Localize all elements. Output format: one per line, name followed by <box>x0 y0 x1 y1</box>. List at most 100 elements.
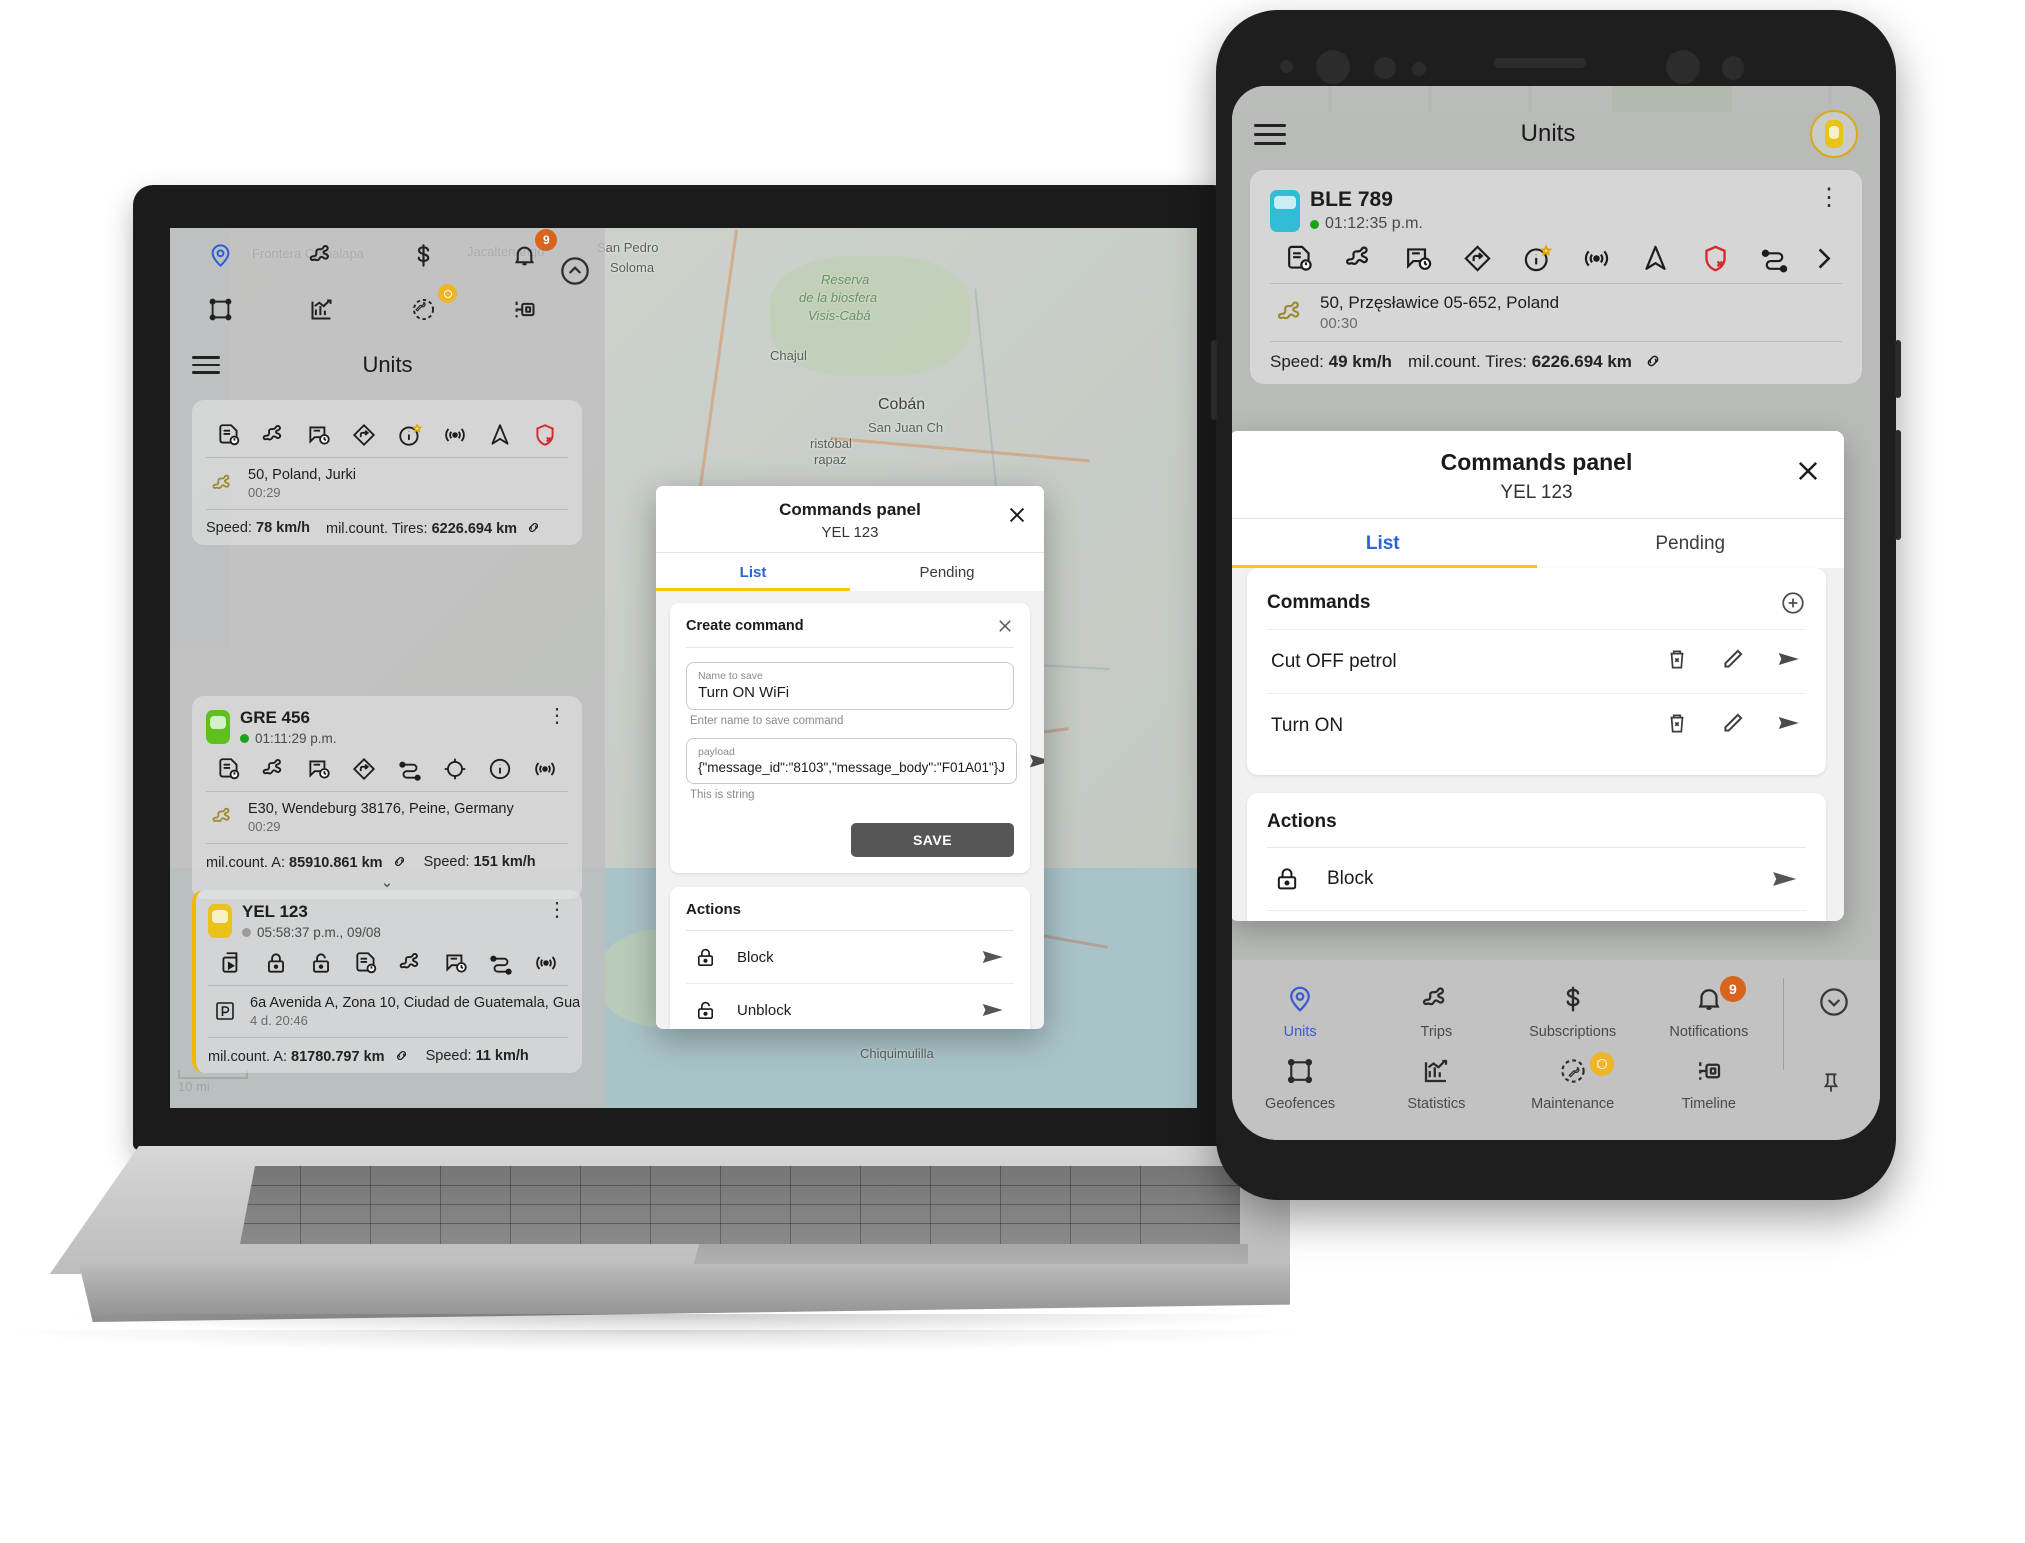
nav-item-notifications[interactable]: 9 Notifications <box>1641 976 1777 1048</box>
nav-item-trips[interactable]: Trips <box>1368 976 1504 1048</box>
directions-icon[interactable] <box>1448 243 1507 274</box>
unit-menu-button[interactable]: ⋮ <box>547 706 568 726</box>
tab-pending[interactable]: Pending <box>1537 519 1845 568</box>
send-action-button[interactable] <box>980 997 1006 1023</box>
toolbar-item-units[interactable] <box>204 238 238 272</box>
save-button[interactable]: SAVE <box>851 823 1014 857</box>
tab-list[interactable]: List <box>656 553 850 591</box>
action-row-block[interactable]: Block <box>686 931 1014 983</box>
route-icon[interactable] <box>388 950 433 976</box>
close-dialog-button[interactable] <box>1794 457 1822 485</box>
send-command-button[interactable] <box>1027 747 1044 775</box>
toolbar-item-trips[interactable] <box>305 238 339 272</box>
laptop-unit-card-3[interactable]: YEL 123 05:58:37 p.m., 09/08 ⋮ 6a Avenid… <box>192 890 582 1073</box>
route-icon[interactable] <box>1329 243 1388 274</box>
delete-command-button[interactable] <box>1664 710 1690 741</box>
info-star-icon[interactable] <box>387 422 432 448</box>
laptop-unit-card-1[interactable]: 50, Poland, Jurki 00:29 Speed: 78 km/h m… <box>192 400 582 545</box>
unit-address-row: 6a Avenida A, Zona 10, Ciudad de Guatema… <box>208 986 580 1038</box>
menu-icon[interactable] <box>192 351 220 379</box>
nav-item-statistics[interactable]: Statistics <box>1368 1048 1504 1120</box>
tab-pending[interactable]: Pending <box>850 553 1044 591</box>
payload-input[interactable]: payload {"message_id":"8103","message_bo… <box>686 738 1018 784</box>
expand-unit-button[interactable]: ⌄ <box>206 873 568 891</box>
edit-command-button[interactable] <box>1720 710 1746 741</box>
link-icon[interactable] <box>1643 351 1663 371</box>
navigate-icon[interactable] <box>1626 243 1685 274</box>
toolbar-item-subscriptions[interactable] <box>406 238 440 272</box>
more-icons-chevron[interactable] <box>1804 243 1842 274</box>
delete-command-button[interactable] <box>1664 646 1690 677</box>
trip-history-icon[interactable] <box>433 950 478 976</box>
signal-icon[interactable] <box>1567 243 1626 274</box>
send-command-button[interactable] <box>1776 710 1802 741</box>
action-row-unblock[interactable]: Unblock <box>1267 910 1806 921</box>
phone-volume-button[interactable] <box>1895 430 1901 540</box>
menu-icon[interactable] <box>1254 118 1286 151</box>
link-icon[interactable] <box>391 853 408 870</box>
info-star-icon[interactable] <box>1508 243 1567 274</box>
trip-history-icon[interactable] <box>297 422 342 448</box>
stat1-value: 49 km/h <box>1328 351 1392 371</box>
lock-open-icon[interactable] <box>298 950 343 976</box>
lock-closed-icon[interactable] <box>253 950 298 976</box>
route-icon[interactable] <box>251 422 296 448</box>
action-row-unblock[interactable]: Unblock <box>686 983 1014 1029</box>
add-command-button[interactable] <box>1780 590 1806 616</box>
phone-unit-card[interactable]: BLE 789 01:12:35 p.m. ⋮ 50, Przęsławice … <box>1250 170 1862 385</box>
command-row-2[interactable]: Turn ON <box>1267 693 1806 757</box>
nav-item-geofences[interactable]: Geofences <box>1232 1048 1368 1120</box>
action-row-block[interactable]: Block <box>1267 848 1806 910</box>
report-icon[interactable] <box>343 950 388 976</box>
link-icon[interactable] <box>393 1047 410 1064</box>
report-icon[interactable] <box>206 756 251 782</box>
close-dialog-button[interactable] <box>1006 504 1028 526</box>
send-action-button[interactable] <box>980 944 1006 970</box>
sensors-icon[interactable] <box>1745 243 1804 274</box>
toolbar-item-geofences[interactable] <box>204 292 238 326</box>
signal-icon[interactable] <box>523 950 568 976</box>
collapse-panel-button[interactable] <box>559 255 591 287</box>
phone-power-button[interactable] <box>1895 340 1901 398</box>
no-shield-icon[interactable] <box>1686 243 1745 274</box>
nav-collapse-button[interactable] <box>1818 986 1850 1023</box>
link-icon[interactable] <box>525 519 542 536</box>
toolbar-item-statistics[interactable] <box>305 292 339 326</box>
directions-icon[interactable] <box>342 756 387 782</box>
send-command-button[interactable] <box>1776 646 1802 677</box>
command-row-1[interactable]: Cut OFF petrol <box>1267 629 1806 693</box>
nav-item-subscriptions[interactable]: Subscriptions <box>1505 976 1641 1048</box>
tab-list[interactable]: List <box>1232 519 1537 568</box>
sensors-icon[interactable] <box>387 756 432 782</box>
directions-icon[interactable] <box>342 422 387 448</box>
info-icon[interactable] <box>478 756 523 782</box>
edit-command-button[interactable] <box>1720 646 1746 677</box>
command-name-input[interactable]: Name to save Turn ON WiFi <box>686 662 1014 710</box>
nav-item-units[interactable]: Units <box>1232 976 1368 1048</box>
signal-icon[interactable] <box>432 422 477 448</box>
no-shield-icon[interactable] <box>523 422 568 448</box>
unit-menu-button[interactable]: ⋮ <box>547 900 568 920</box>
laptop-unit-card-2[interactable]: GRE 456 01:11:29 p.m. ⋮ E30, Wendeburg 3… <box>192 696 582 899</box>
nav-item-maintenance[interactable]: Maintenance <box>1505 1048 1641 1120</box>
trip-history-icon[interactable] <box>297 756 342 782</box>
toolbar-item-timeline[interactable] <box>507 292 541 326</box>
navigate-icon[interactable] <box>478 422 523 448</box>
nav-pin-button[interactable] <box>1818 1070 1844 1101</box>
nav-item-timeline[interactable]: Timeline <box>1641 1048 1777 1120</box>
route-icon[interactable] <box>251 756 296 782</box>
signal-icon[interactable] <box>523 756 568 782</box>
trip-history-icon[interactable] <box>1389 243 1448 274</box>
unit-menu-button[interactable]: ⋮ <box>1817 185 1842 209</box>
avatar[interactable] <box>1810 110 1858 158</box>
phone-side-button[interactable] <box>1211 340 1217 420</box>
copy-play-icon[interactable] <box>208 950 253 976</box>
toolbar-item-notifications[interactable]: 9 <box>507 229 558 272</box>
sensors-icon[interactable] <box>478 950 523 976</box>
target-icon[interactable] <box>432 756 477 782</box>
toolbar-item-maintenance[interactable] <box>406 284 458 326</box>
close-create-command-button[interactable] <box>996 617 1014 635</box>
report-icon[interactable] <box>206 422 251 448</box>
report-icon[interactable] <box>1270 243 1329 274</box>
send-action-button[interactable] <box>1770 864 1800 894</box>
